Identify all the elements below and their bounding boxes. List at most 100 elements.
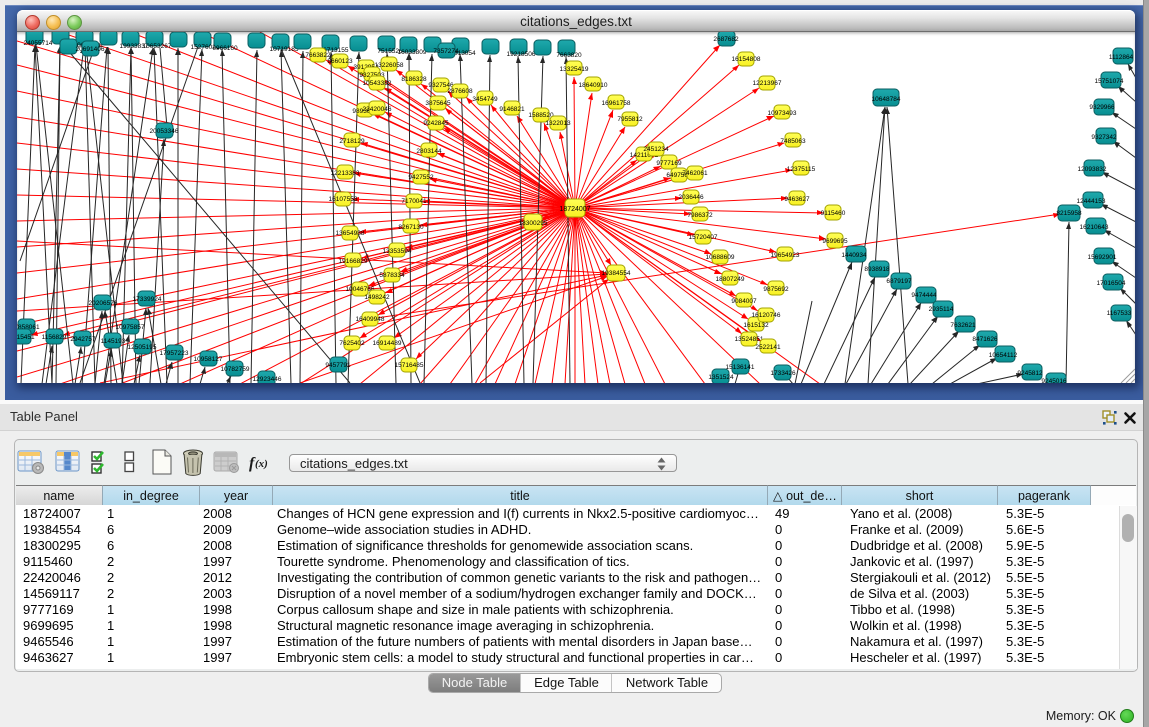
svg-text:16107553: 16107553 (329, 196, 358, 203)
svg-text:3454749: 3454749 (472, 96, 498, 103)
svg-text:8267130: 8267130 (398, 224, 424, 231)
svg-text:13325419: 13325419 (560, 66, 589, 73)
svg-text:2036446: 2036446 (678, 194, 704, 201)
svg-text:1112864: 1112864 (1109, 54, 1134, 61)
svg-text:2687682: 2687682 (713, 36, 739, 43)
svg-text:20206576: 20206576 (89, 300, 118, 307)
svg-text:8660123: 8660123 (327, 58, 353, 65)
svg-text:12213383: 12213383 (331, 170, 360, 177)
svg-text:19166829: 19166829 (339, 258, 368, 265)
svg-text:1167533: 1167533 (1107, 310, 1132, 317)
svg-text:9329966: 9329966 (1089, 104, 1115, 111)
svg-text:1440934: 1440934 (841, 252, 867, 259)
svg-text:9457791: 9457791 (325, 362, 351, 369)
svg-text:17957223: 17957223 (160, 350, 189, 357)
svg-text:9327342: 9327342 (1091, 134, 1117, 141)
svg-text:15720407: 15720407 (689, 234, 718, 241)
svg-text:12444153: 12444153 (1077, 198, 1106, 205)
svg-text:8938918: 8938918 (864, 266, 890, 273)
svg-text:9242845: 9242845 (423, 120, 449, 127)
svg-text:1351524: 1351524 (708, 374, 734, 381)
svg-text:7357274: 7357274 (433, 48, 459, 55)
svg-text:9146821: 9146821 (499, 106, 525, 113)
svg-text:2803144: 2803144 (416, 148, 442, 155)
svg-text:10782759: 10782759 (221, 366, 250, 373)
svg-text:9777169: 9777169 (656, 160, 682, 167)
svg-text:13654988: 13654988 (336, 230, 365, 237)
svg-text:1733426: 1733426 (770, 370, 796, 377)
svg-text:18724007: 18724007 (559, 206, 590, 213)
svg-text:8215958: 8215958 (1056, 210, 1082, 217)
svg-text:2876608: 2876608 (447, 88, 473, 95)
svg-text:7462061: 7462061 (682, 170, 708, 177)
svg-text:13353594: 13353594 (383, 248, 412, 255)
svg-text:17339924: 17339924 (133, 296, 162, 303)
svg-text:9875692: 9875692 (763, 286, 789, 293)
svg-text:3875645: 3875645 (425, 100, 451, 107)
svg-text:10688609: 10688609 (706, 254, 735, 261)
svg-text:1145193: 1145193 (101, 338, 126, 345)
svg-text:2718129: 2718129 (339, 138, 365, 145)
svg-text:2942757: 2942757 (70, 336, 96, 343)
svg-text:19654923: 19654923 (771, 252, 800, 259)
svg-text:10975857: 10975857 (116, 324, 145, 331)
svg-text:9463627: 9463627 (784, 196, 810, 203)
svg-text:15136141: 15136141 (726, 364, 755, 371)
svg-text:19218506: 19218506 (507, 51, 536, 58)
svg-text:10973493: 10973493 (768, 110, 797, 117)
svg-text:2935114: 2935114 (929, 306, 954, 313)
svg-text:(x): (x) (255, 458, 268, 470)
svg-text:9699695: 9699695 (822, 238, 848, 245)
svg-text:7625402: 7625402 (339, 340, 365, 347)
svg-text:18640910: 18640910 (579, 82, 608, 89)
svg-text:9245812: 9245812 (1017, 370, 1043, 377)
svg-text:12505195: 12505195 (128, 344, 157, 351)
svg-text:16033809: 16033809 (398, 49, 427, 56)
svg-text:7955812: 7955812 (617, 116, 643, 123)
svg-text:20691406: 20691406 (76, 46, 105, 53)
svg-text:16154808: 16154808 (732, 56, 761, 63)
svg-text:20053346: 20053346 (150, 128, 179, 135)
svg-text:12923446: 12923446 (253, 376, 282, 383)
svg-text:12213967: 12213967 (753, 80, 782, 87)
svg-text:9474444: 9474444 (911, 292, 937, 299)
svg-text:1615132: 1615132 (743, 322, 769, 329)
svg-text:3915451: 3915451 (17, 334, 35, 341)
svg-text:9084007: 9084007 (731, 298, 757, 305)
svg-text:10958127: 10958127 (194, 356, 223, 363)
svg-text:16914489: 16914489 (373, 340, 402, 347)
svg-text:10654112: 10654112 (989, 352, 1018, 359)
svg-text:9245016: 9245016 (1041, 378, 1067, 383)
svg-text:23420046: 23420046 (363, 106, 392, 113)
svg-text:10543382: 10543382 (363, 80, 392, 87)
svg-text:1498242: 1498242 (364, 294, 390, 301)
svg-text:12093832: 12093832 (1078, 166, 1107, 173)
svg-text:13524851: 13524851 (735, 336, 764, 343)
svg-text:7663820: 7663820 (556, 52, 582, 59)
svg-text:1322013: 1322013 (545, 120, 571, 127)
svg-text:2522141: 2522141 (755, 344, 781, 351)
svg-text:15716485: 15716485 (395, 362, 424, 369)
svg-text:8471626: 8471626 (972, 336, 998, 343)
svg-text:17016504: 17016504 (1097, 280, 1126, 287)
svg-text:19384554: 19384554 (602, 270, 631, 277)
svg-text:15751074: 15751074 (1095, 78, 1124, 85)
svg-text:18300295: 18300295 (519, 220, 548, 227)
svg-text:5878334: 5878334 (379, 272, 405, 279)
svg-text:7485063: 7485063 (780, 138, 806, 145)
svg-text:8186328: 8186328 (401, 76, 427, 83)
svg-text:7632621: 7632621 (950, 322, 976, 329)
svg-text:24055714: 24055714 (24, 40, 53, 47)
svg-text:6966160: 6966160 (212, 45, 238, 52)
svg-text:18807249: 18807249 (716, 276, 745, 283)
svg-text:9115460: 9115460 (821, 210, 846, 217)
svg-text:6879197: 6879197 (886, 278, 912, 285)
svg-text:10653267: 10653267 (143, 43, 172, 50)
svg-text:1156829: 1156829 (42, 334, 67, 341)
svg-text:7986372: 7986372 (687, 212, 713, 219)
svg-text:16210643: 16210643 (1080, 224, 1109, 231)
svg-text:15692901: 15692901 (1088, 254, 1117, 261)
svg-text:10648784: 10648784 (872, 96, 901, 103)
svg-text:9427552: 9427552 (408, 174, 434, 181)
svg-text:16120746: 16120746 (752, 312, 781, 319)
